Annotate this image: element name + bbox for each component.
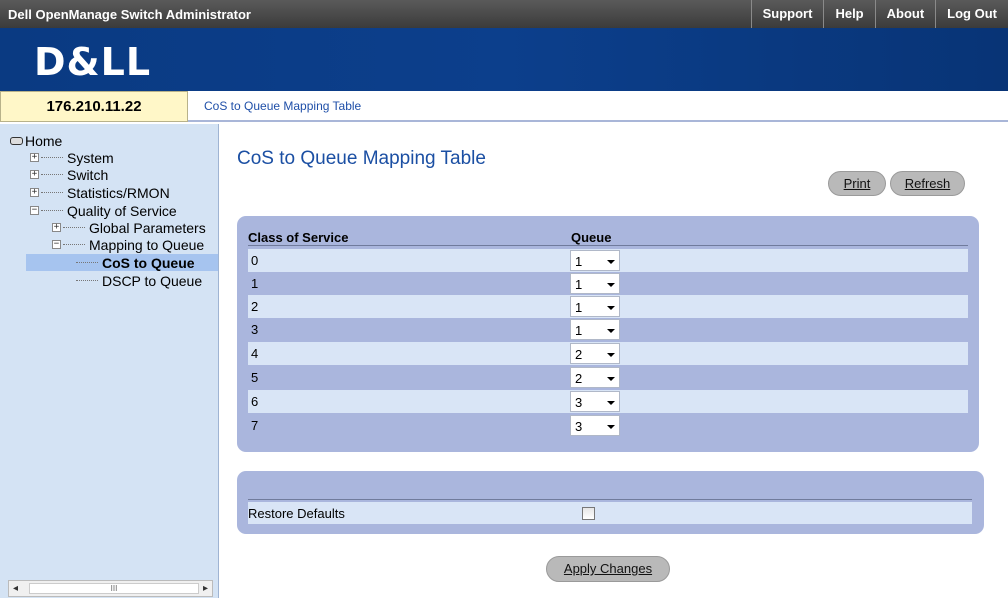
- tree-item-cos-to-queue[interactable]: CoS to Queue: [26, 254, 218, 271]
- scroll-left-icon[interactable]: ◂: [13, 583, 18, 594]
- home-icon: [10, 136, 23, 145]
- column-header-queue: Queue: [571, 230, 612, 245]
- dropdown-arrow-icon: [607, 377, 615, 381]
- table-row: 7 3: [248, 414, 968, 437]
- about-link[interactable]: About: [874, 0, 936, 28]
- table-row: 2 1: [248, 295, 968, 318]
- cos-value: 2: [251, 299, 259, 314]
- print-button[interactable]: Print: [828, 171, 886, 196]
- column-header-cos: Class of Service: [248, 230, 349, 245]
- queue-select[interactable]: 1: [570, 273, 620, 294]
- tree-label: Global Parameters: [89, 219, 206, 236]
- tree-item-switch[interactable]: + Switch: [30, 166, 108, 183]
- tree-label: Statistics/RMON: [67, 184, 170, 201]
- banner: D&LL: [0, 28, 1008, 91]
- queue-select[interactable]: 1: [570, 319, 620, 340]
- collapse-icon[interactable]: −: [52, 240, 61, 249]
- scroll-right-icon[interactable]: ▸: [203, 583, 208, 594]
- device-ip: 176.210.11.22: [0, 91, 188, 122]
- breadcrumb-text: CoS to Queue Mapping Table: [204, 99, 362, 113]
- tree-item-home[interactable]: Home: [10, 132, 62, 149]
- tree-label: DSCP to Queue: [102, 272, 203, 289]
- table-header: Class of Service Queue: [248, 230, 968, 246]
- apply-changes-button[interactable]: Apply Changes: [546, 556, 670, 582]
- queue-select[interactable]: 3: [570, 391, 620, 412]
- app-title: Dell OpenManage Switch Administrator: [8, 7, 251, 22]
- cos-value: 6: [251, 394, 259, 409]
- dell-logo: D&LL: [34, 40, 152, 84]
- horizontal-scrollbar[interactable]: ◂ III ▸: [8, 580, 213, 597]
- tree-label: CoS to Queue: [102, 254, 195, 271]
- expand-icon[interactable]: +: [30, 153, 39, 162]
- queue-select[interactable]: 3: [570, 415, 620, 436]
- queue-select[interactable]: 2: [570, 343, 620, 364]
- top-links: Support Help About Log Out: [750, 0, 1008, 28]
- table-row: 3 1: [248, 318, 968, 341]
- logout-link[interactable]: Log Out: [935, 0, 1008, 28]
- queue-select[interactable]: 2: [570, 367, 620, 388]
- page-title: CoS to Queue Mapping Table: [237, 148, 486, 169]
- cos-value: 0: [251, 253, 259, 268]
- collapse-icon[interactable]: −: [30, 206, 39, 215]
- cos-value: 1: [251, 276, 259, 291]
- restore-defaults-checkbox[interactable]: [582, 507, 595, 520]
- scroll-thumb[interactable]: III: [29, 583, 199, 594]
- tree-label: Quality of Service: [67, 202, 177, 219]
- table-row: 4 2: [248, 342, 968, 365]
- table-row: 6 3: [248, 390, 968, 413]
- divider: [248, 499, 972, 500]
- dropdown-arrow-icon: [607, 401, 615, 405]
- queue-select[interactable]: 1: [570, 296, 620, 317]
- queue-select[interactable]: 1: [570, 250, 620, 271]
- breadcrumb: CoS to Queue Mapping Table: [188, 91, 1008, 122]
- top-bar: Dell OpenManage Switch Administrator Sup…: [0, 0, 1008, 28]
- table-row: 5 2: [248, 366, 968, 389]
- expand-icon[interactable]: +: [30, 170, 39, 179]
- navigation-tree: Home + System + Switch + Statistics/RMON…: [0, 124, 219, 598]
- tree-label: System: [67, 149, 114, 166]
- dropdown-arrow-icon: [607, 353, 615, 357]
- dropdown-arrow-icon: [607, 329, 615, 333]
- cos-value: 4: [251, 346, 259, 361]
- dropdown-arrow-icon: [607, 306, 615, 310]
- cos-value: 3: [251, 322, 259, 337]
- dropdown-arrow-icon: [607, 425, 615, 429]
- cos-value: 7: [251, 418, 259, 433]
- table-row: 0 1: [248, 249, 968, 272]
- expand-icon[interactable]: +: [30, 188, 39, 197]
- restore-defaults-label: Restore Defaults: [248, 506, 345, 521]
- tree-label: Home: [25, 132, 63, 149]
- tree-item-system[interactable]: + System: [30, 149, 114, 166]
- restore-defaults-row: Restore Defaults: [248, 502, 972, 524]
- expand-icon[interactable]: +: [52, 223, 61, 232]
- tree-label: Switch: [67, 166, 109, 183]
- tree-item-dscp-to-queue[interactable]: DSCP to Queue: [76, 272, 202, 289]
- refresh-button[interactable]: Refresh: [890, 171, 965, 196]
- tree-item-global-parameters[interactable]: + Global Parameters: [52, 219, 206, 236]
- tree-label: Mapping to Queue: [89, 236, 205, 253]
- dropdown-arrow-icon: [607, 260, 615, 264]
- tree-item-qos[interactable]: − Quality of Service: [30, 202, 177, 219]
- support-link[interactable]: Support: [750, 0, 824, 28]
- cos-value: 5: [251, 370, 259, 385]
- tree-item-mapping-to-queue[interactable]: − Mapping to Queue: [52, 236, 204, 253]
- tree-item-statistics[interactable]: + Statistics/RMON: [30, 184, 170, 201]
- table-row: 1 1: [248, 272, 968, 295]
- help-link[interactable]: Help: [823, 0, 874, 28]
- dropdown-arrow-icon: [607, 283, 615, 287]
